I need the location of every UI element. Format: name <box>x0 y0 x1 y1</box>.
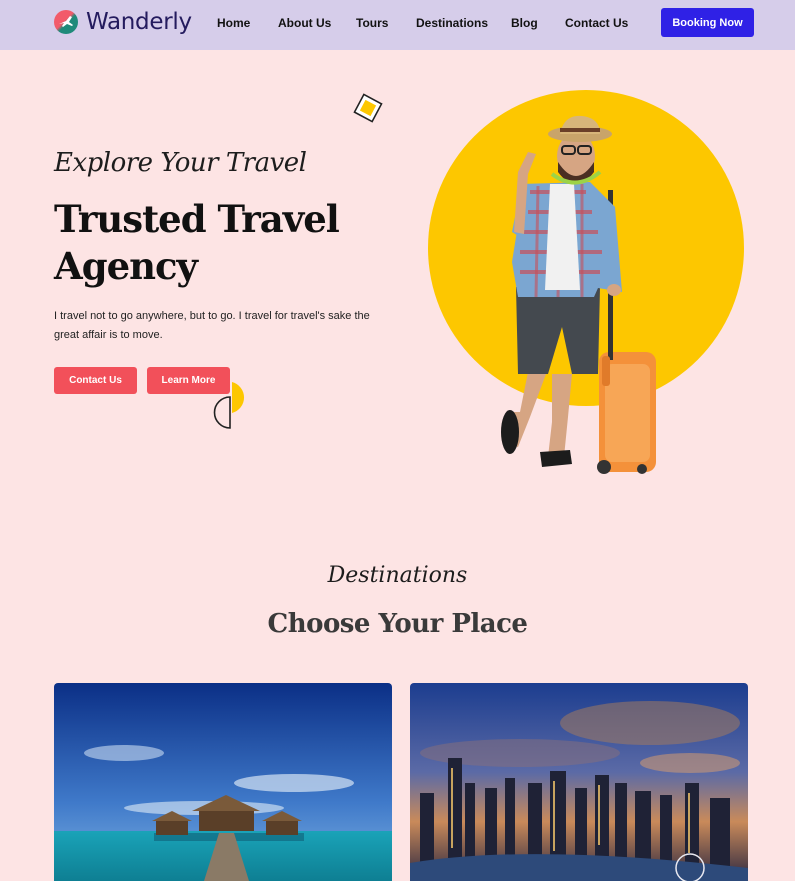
hero-title: Trusted Travel Agency <box>54 197 340 288</box>
destination-card-city[interactable] <box>410 683 748 881</box>
destination-card-bungalow[interactable] <box>54 683 392 881</box>
destinations-eyebrow: Destinations <box>327 563 468 588</box>
nav-tours[interactable]: Tours <box>356 16 388 30</box>
nav-destinations[interactable]: Destinations <box>416 16 488 30</box>
traveler-with-suitcase-photo <box>501 115 656 474</box>
overwater-bungalow-photo <box>54 683 392 881</box>
nav-blog[interactable]: Blog <box>511 16 538 30</box>
top-navigation: Wanderly Home About Us Tours Destination… <box>0 0 795 50</box>
brand-logo[interactable]: Wanderly <box>54 9 192 35</box>
decorative-diamond-shape <box>353 93 383 123</box>
booking-now-button[interactable]: Booking Now <box>661 8 754 37</box>
city-skyline-night-photo <box>410 683 748 881</box>
logo-globe-plane-icon <box>54 10 78 34</box>
nav-home[interactable]: Home <box>217 16 250 30</box>
nav-about-us[interactable]: About Us <box>278 16 331 30</box>
contact-us-button[interactable]: Contact Us <box>54 367 137 394</box>
hero-eyebrow: Explore Your Travel <box>54 148 307 178</box>
hero-description: I travel not to go anywhere, but to go. … <box>54 310 370 341</box>
brand-name: Wanderly <box>86 9 192 35</box>
destinations-title: Choose Your Place <box>267 609 528 639</box>
decorative-half-circles-shape <box>213 382 245 429</box>
nav-contact-us[interactable]: Contact Us <box>565 16 628 30</box>
